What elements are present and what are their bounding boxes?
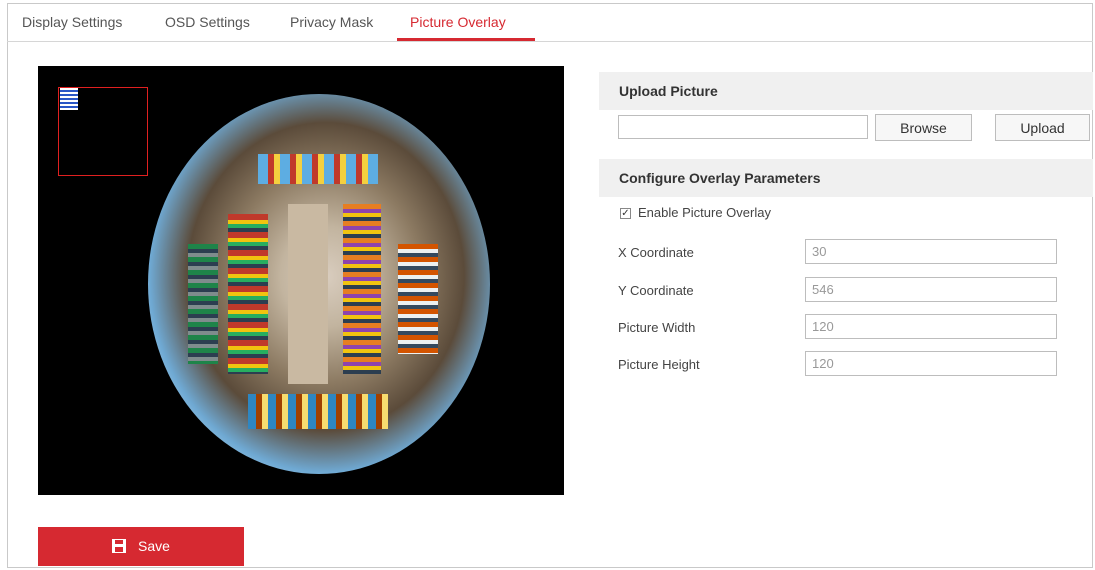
store-shelf (228, 214, 268, 374)
store-shelf (188, 244, 218, 364)
overlay-picture-thumbnail (60, 88, 78, 110)
picture-height-input[interactable] (805, 351, 1057, 376)
upload-picture-header: Upload Picture (599, 72, 1093, 110)
fisheye-camera-image (148, 94, 490, 474)
floppy-disk-icon (112, 539, 127, 553)
tab-picture-overlay[interactable]: Picture Overlay (410, 3, 506, 41)
store-aisle (288, 204, 328, 384)
tab-privacy-mask[interactable]: Privacy Mask (290, 3, 373, 41)
upload-button[interactable]: Upload (995, 114, 1090, 141)
store-shelf (248, 394, 388, 429)
store-shelf (258, 154, 378, 184)
file-path-input[interactable] (618, 115, 868, 139)
picture-width-label: Picture Width (618, 320, 696, 335)
tab-bar: Display Settings OSD Settings Privacy Ma… (7, 3, 1093, 42)
active-tab-indicator (397, 38, 535, 41)
enable-overlay-label: Enable Picture Overlay (638, 205, 771, 220)
save-button[interactable]: Save (38, 527, 244, 566)
checkbox-checked-icon[interactable]: ✓ (620, 208, 631, 219)
x-coordinate-label: X Coordinate (618, 245, 694, 260)
tab-osd-settings[interactable]: OSD Settings (165, 3, 250, 41)
y-coordinate-label: Y Coordinate (618, 283, 694, 298)
store-shelf (398, 244, 438, 354)
picture-height-label: Picture Height (618, 357, 700, 372)
store-shelf (343, 204, 381, 374)
x-coordinate-input[interactable] (805, 239, 1057, 264)
live-video-preview (38, 66, 564, 495)
y-coordinate-input[interactable] (805, 277, 1057, 302)
browse-button[interactable]: Browse (875, 114, 972, 141)
picture-width-input[interactable] (805, 314, 1057, 339)
tab-display-settings[interactable]: Display Settings (22, 3, 122, 41)
overlay-parameters-header: Configure Overlay Parameters (599, 159, 1093, 197)
save-button-label: Save (138, 538, 170, 554)
